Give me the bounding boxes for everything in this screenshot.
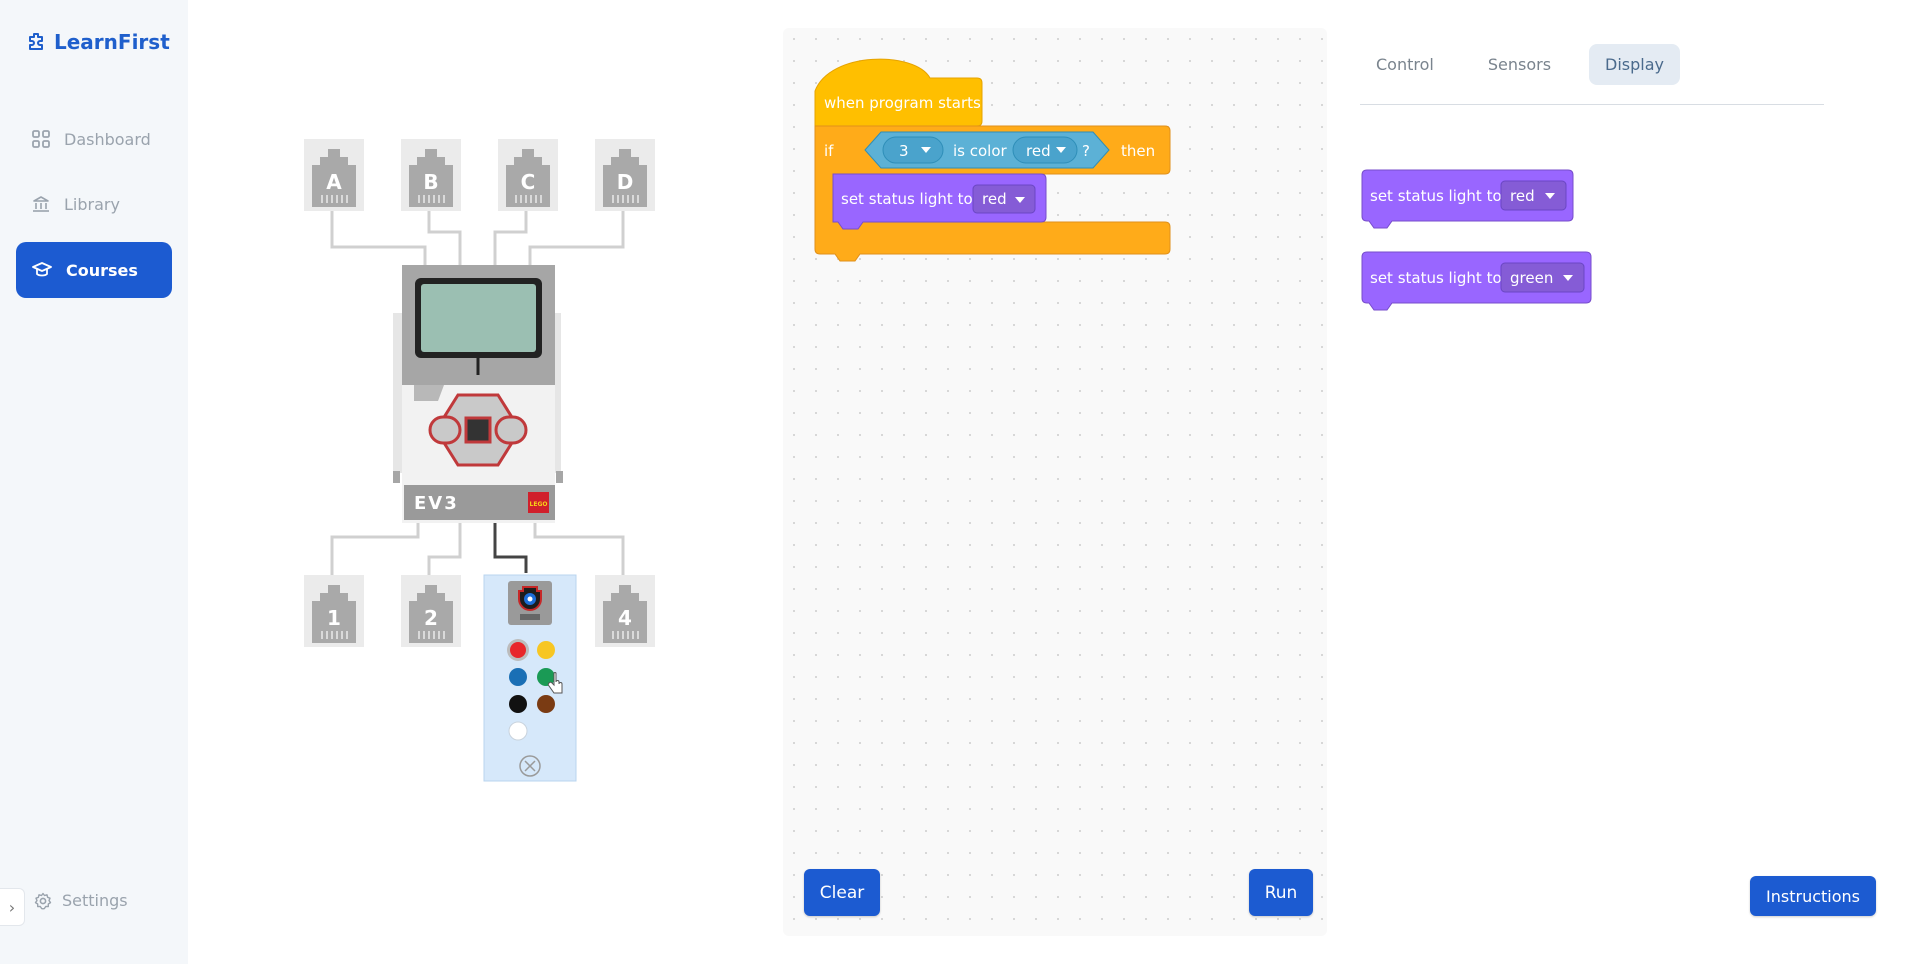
port-c[interactable]: C [498, 139, 558, 211]
top-wires [330, 210, 625, 265]
color-swatch-white[interactable] [508, 721, 528, 741]
status-light-dropdown[interactable]: red [972, 184, 1036, 214]
port-2[interactable]: 2 [401, 575, 461, 647]
library-icon [33, 196, 49, 212]
port-d[interactable]: D [595, 139, 655, 211]
action-label: set status light to [841, 190, 973, 208]
color-sensor-icon [508, 581, 552, 625]
sidebar: LearnFirst Dashboard Library Courses › S… [0, 0, 188, 964]
port-label: B [423, 170, 438, 194]
chevron-right-icon: › [8, 897, 16, 917]
sidebar-item-label: Dashboard [64, 129, 151, 149]
brick-label: EV3 [414, 493, 459, 514]
port-label: A [326, 170, 342, 194]
puzzle-logo-icon [29, 33, 43, 50]
port-b[interactable]: B [401, 139, 461, 211]
graduation-cap-icon [32, 262, 52, 277]
set-status-light-block[interactable]: set status light to red [832, 173, 1047, 230]
svg-text:green: green [1510, 269, 1553, 287]
condition-suffix: ? [1082, 142, 1090, 160]
bottom-wires [330, 520, 625, 575]
port-label: 1 [327, 606, 341, 630]
palette-block-set-status-light-red[interactable]: set status light to red [1361, 169, 1574, 229]
tab-divider [1360, 104, 1824, 105]
settings-label: Settings [62, 891, 128, 910]
app-logo[interactable]: LearnFirst [26, 30, 170, 54]
sidebar-collapse-button[interactable]: › [0, 888, 25, 926]
color-dropdown[interactable]: red [1012, 136, 1078, 164]
gear-icon [34, 892, 52, 909]
status-light-dropdown[interactable]: green [1500, 262, 1585, 293]
condition-label: is color [953, 142, 1008, 160]
color-swatch-blue[interactable] [509, 668, 527, 686]
tab-display[interactable]: Display [1589, 44, 1681, 85]
if-label: if [824, 142, 834, 160]
color-swatch-red[interactable] [507, 639, 529, 661]
sensor-cable [493, 520, 528, 573]
then-label: then [1121, 142, 1155, 160]
sidebar-item-label: Courses [66, 260, 138, 280]
color-swatch-yellow[interactable] [537, 641, 555, 659]
sidebar-item-library[interactable]: Library [16, 176, 172, 232]
app-name: LearnFirst [54, 30, 170, 54]
palette-block-label: set status light to [1370, 187, 1502, 205]
robot-configuration: A B C D EV3 LEGO 1 2 4 [304, 139, 655, 782]
sidebar-item-courses[interactable]: Courses [16, 242, 172, 298]
svg-text:red: red [1026, 142, 1051, 160]
run-button[interactable]: Run [1249, 869, 1313, 916]
port-label: 4 [618, 606, 632, 630]
hat-label: when program starts [824, 94, 981, 112]
svg-text:red: red [982, 190, 1007, 208]
port-dropdown[interactable]: 3 [882, 136, 944, 164]
color-sensor-condition-block[interactable]: 3 is color red ? [864, 131, 1110, 169]
ev3-brick: EV3 LEGO [393, 265, 563, 523]
instructions-button[interactable]: Instructions [1750, 876, 1876, 916]
sidebar-item-settings[interactable]: Settings [34, 891, 128, 910]
palette-blocks: set status light to red set status light… [1361, 169, 1592, 311]
grid-icon [32, 130, 50, 148]
port-3-sensor-panel[interactable] [483, 574, 577, 782]
port-4[interactable]: 4 [595, 575, 655, 647]
when-program-starts-block[interactable]: when program starts [814, 58, 983, 127]
clear-button[interactable]: Clear [804, 869, 880, 916]
port-label: D [617, 170, 634, 194]
status-light-dropdown[interactable]: red [1500, 180, 1567, 211]
port-1[interactable]: 1 [304, 575, 364, 647]
sidebar-item-dashboard[interactable]: Dashboard [16, 111, 172, 167]
svg-text:LEGO: LEGO [530, 501, 548, 508]
color-swatch-black[interactable] [509, 695, 527, 713]
port-label: 2 [424, 606, 438, 630]
program-script[interactable]: when program starts if then 3 is color r… [814, 56, 1175, 266]
palette-tabs: Control Sensors Display [1360, 44, 1702, 85]
palette-block-label: set status light to [1370, 269, 1502, 287]
svg-text:red: red [1510, 187, 1535, 205]
color-swatch-brown[interactable] [537, 695, 555, 713]
port-label: C [521, 170, 536, 194]
svg-text:3: 3 [899, 142, 909, 160]
sidebar-item-label: Library [64, 194, 120, 214]
tab-control[interactable]: Control [1360, 44, 1450, 85]
palette-block-set-status-light-green[interactable]: set status light to green [1361, 251, 1592, 311]
tab-sensors[interactable]: Sensors [1472, 44, 1567, 85]
port-a[interactable]: A [304, 139, 364, 211]
